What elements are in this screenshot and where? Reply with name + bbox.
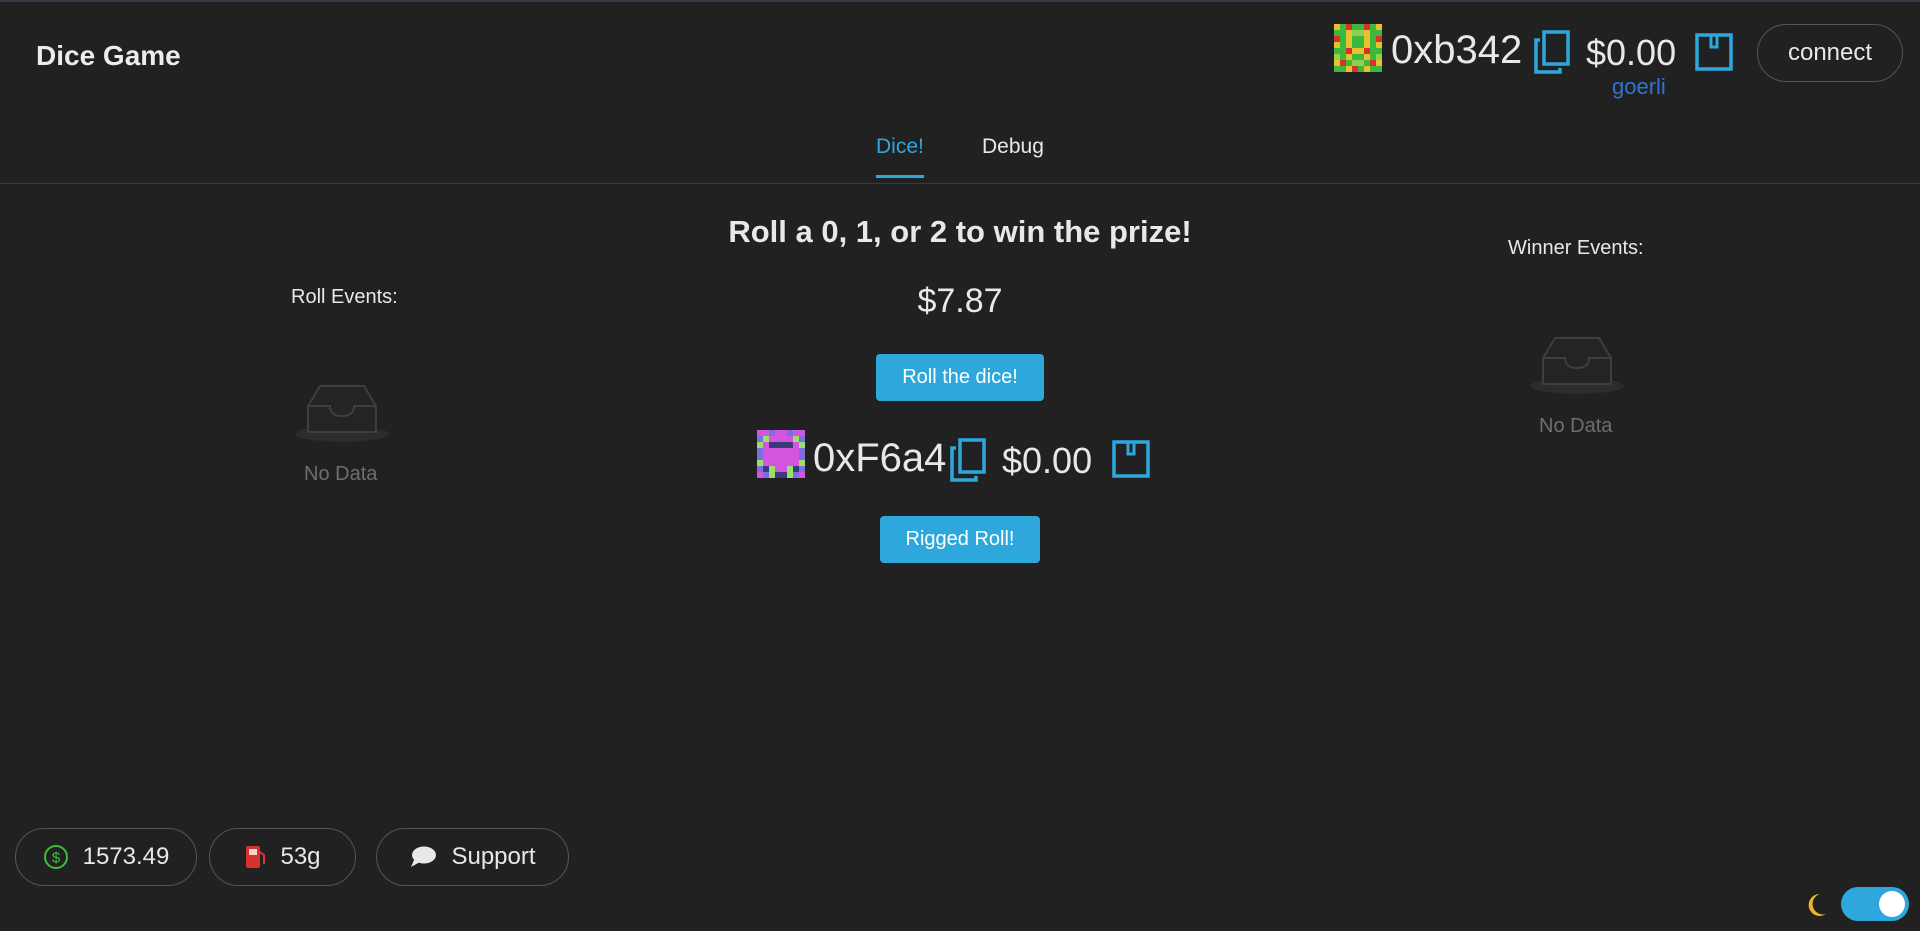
- svg-text:$: $: [51, 850, 60, 867]
- rigged-roll-button[interactable]: Rigged Roll!: [880, 516, 1040, 563]
- eth-price: 1573.49: [82, 843, 170, 870]
- account-avatar: [1334, 24, 1382, 72]
- copy-icon[interactable]: [1534, 30, 1570, 74]
- network-label: goerli: [1612, 74, 1666, 99]
- chat-bubble-icon: [411, 846, 437, 867]
- tab-dice[interactable]: Dice!: [876, 135, 924, 178]
- rigged-account-balance[interactable]: $0.00: [1002, 440, 1092, 482]
- roll-events-empty: No Data: [304, 463, 378, 485]
- dollar-icon: $: [43, 845, 68, 869]
- app-title: Dice Game: [36, 40, 181, 71]
- account-address[interactable]: 0xb342: [1391, 28, 1522, 73]
- prize-amount: $7.87: [917, 282, 1003, 320]
- support-label: Support: [451, 843, 536, 870]
- connect-button[interactable]: connect: [1757, 24, 1903, 82]
- tab-debug[interactable]: Debug: [982, 135, 1044, 175]
- wallet-icon[interactable]: [1694, 32, 1734, 72]
- winner-events-title: Winner Events:: [1508, 237, 1644, 259]
- tab-bar: Dice! Debug: [0, 127, 1920, 184]
- empty-inbox-icon: [295, 385, 389, 442]
- rigged-account-avatar: [757, 430, 805, 478]
- gas-price: 53g: [280, 843, 321, 870]
- rigged-account-address[interactable]: 0xF6a4: [813, 436, 946, 481]
- winner-events-empty: No Data: [1539, 415, 1613, 437]
- moon-icon: [1808, 893, 1826, 916]
- dark-mode-toggle[interactable]: [1841, 887, 1909, 921]
- eth-price-button[interactable]: $ 1573.49: [15, 828, 197, 886]
- toggle-knob: [1879, 891, 1905, 917]
- support-button[interactable]: Support: [376, 828, 569, 886]
- gas-price-button[interactable]: 53g: [209, 828, 356, 886]
- wallet-icon[interactable]: [1111, 439, 1151, 479]
- copy-icon[interactable]: [950, 438, 986, 482]
- empty-inbox-icon: [1530, 337, 1624, 394]
- account-balance[interactable]: $0.00: [1586, 32, 1676, 74]
- roll-dice-button[interactable]: Roll the dice!: [876, 354, 1044, 401]
- gas-pump-icon: [246, 846, 266, 868]
